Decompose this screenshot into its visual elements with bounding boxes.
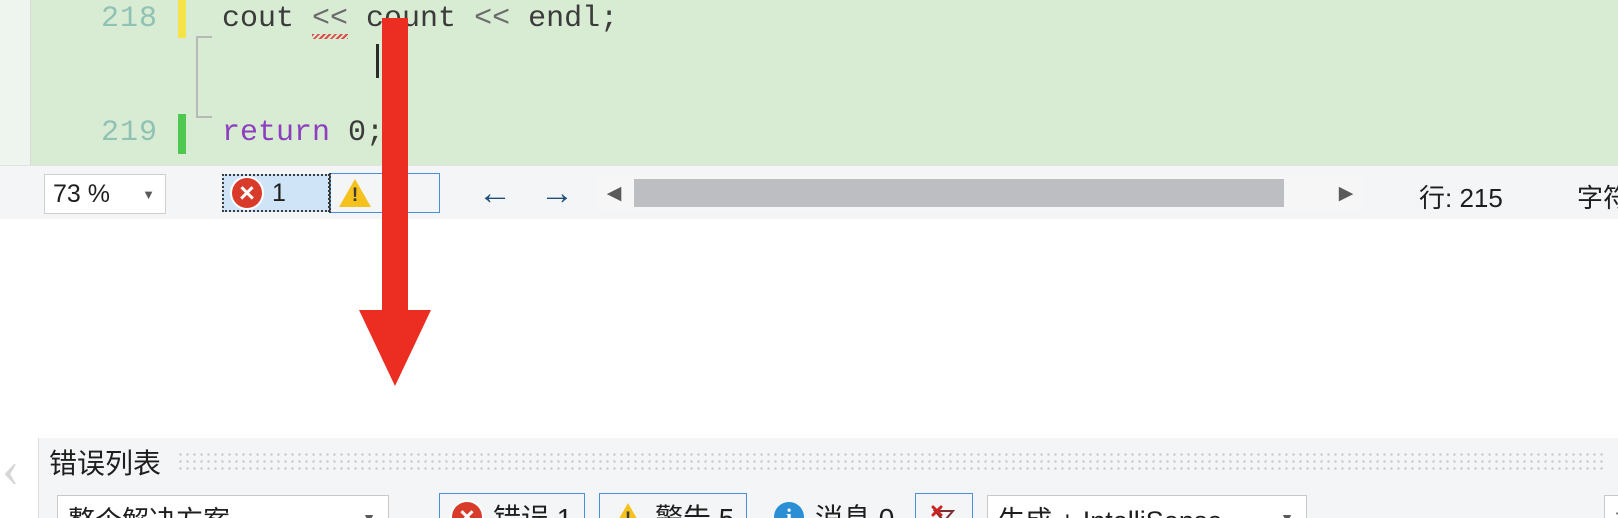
code-token-zero: 0; — [330, 116, 385, 150]
error-list-header: 错误列表 — [38, 438, 1618, 486]
change-bar-modified — [178, 0, 186, 38]
line-number: 218 — [100, 2, 158, 36]
focus-outline — [329, 173, 335, 213]
code-token-shift2: << — [474, 2, 511, 36]
chevron-down-icon: ▼ — [1280, 510, 1294, 518]
change-bar-saved — [178, 114, 186, 154]
line-number: 219 — [100, 116, 158, 150]
editor-glyph-margin — [31, 0, 78, 165]
text-caret — [376, 44, 379, 78]
error-list-toolbar: 整个解决方案 ▼ 错误 1 警告 5 消息 0 — [38, 486, 1618, 518]
code-keyword-return: return — [222, 116, 331, 150]
errors-filter-label: 错误 1 — [493, 497, 572, 518]
warnings-filter-label: 警告 5 — [655, 497, 734, 518]
build-intellisense-value: 生成 + IntelliSense — [988, 499, 1222, 518]
warning-icon — [339, 179, 371, 207]
editor-selection-margin — [0, 0, 31, 165]
code-token-endl: endl; — [510, 2, 619, 36]
scroll-right-button[interactable]: ▶ — [1329, 175, 1363, 211]
code-token-shift-error: << — [312, 2, 349, 39]
horizontal-scrollbar[interactable]: ◀ ▶ — [597, 175, 1363, 211]
navigate-back-button[interactable]: ← — [478, 176, 512, 210]
status-error-count[interactable]: 1 — [222, 174, 330, 212]
clear-filter-button[interactable] — [915, 493, 973, 518]
chevron-left-icon[interactable]: ‹ — [2, 444, 19, 496]
chevron-down-icon: ▼ — [362, 510, 376, 518]
error-icon — [232, 178, 262, 208]
zoom-level-value: 73 % — [53, 179, 110, 208]
code-text-218: cout << count << endl; — [222, 2, 619, 39]
status-char-number: 字符 — [1577, 183, 1618, 213]
errors-filter-button[interactable]: 错误 1 — [439, 493, 586, 518]
code-text-219: return 0; — [222, 116, 384, 150]
status-error-number: 1 — [272, 178, 286, 207]
scroll-left-button[interactable]: ◀ — [597, 175, 631, 211]
info-icon — [774, 502, 804, 518]
warnings-filter-button[interactable]: 警告 5 — [599, 493, 748, 518]
chevron-down-icon: ▼ — [142, 186, 155, 202]
scope-dropdown[interactable]: 整个解决方案 ▼ — [57, 495, 389, 518]
scrollbar-thumb[interactable] — [634, 179, 1284, 207]
zoom-level-dropdown[interactable]: 73 % ▼ — [44, 174, 166, 214]
search-box[interactable]: 搜索 — [1604, 495, 1618, 518]
panel-title: 错误列表 — [49, 448, 162, 479]
messages-filter-button[interactable]: 消息 0 — [761, 493, 907, 518]
build-intellisense-dropdown[interactable]: 生成 + IntelliSense ▼ — [987, 495, 1307, 518]
status-line-number: 行: 215 — [1419, 183, 1503, 213]
status-warning-count[interactable]: 5 — [329, 173, 440, 213]
editor-status-bar: 73 % ▼ 1 5 ← → ◀ ▶ 行: 215 字符 — [0, 165, 1618, 220]
navigate-forward-button[interactable]: → — [540, 176, 574, 210]
structure-guide-bracket — [196, 36, 212, 118]
drag-grip[interactable] — [177, 451, 1603, 473]
error-list-panel: ‹ 错误列表 整个解决方案 ▼ 错误 1 警告 5 消息 0 — [0, 219, 1618, 518]
code-editor[interactable]: 218 cout << count << endl; 219 return 0;… — [0, 0, 1618, 165]
clear-filter-icon — [929, 503, 959, 518]
search-placeholder: 搜索 — [1605, 499, 1618, 518]
code-token-count: count — [348, 2, 475, 36]
scope-value: 整个解决方案 — [58, 499, 230, 518]
error-icon — [452, 502, 482, 518]
code-token-cout: cout — [222, 2, 313, 36]
status-warning-number: 5 — [381, 178, 395, 207]
warning-icon — [612, 503, 644, 518]
messages-filter-label: 消息 0 — [815, 497, 894, 518]
